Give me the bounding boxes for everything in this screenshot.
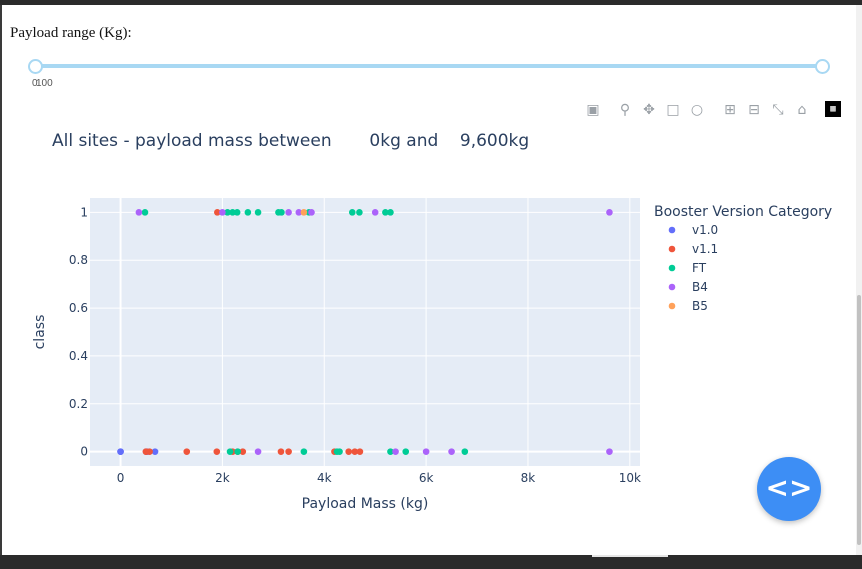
data-point-b4[interactable] <box>254 448 262 455</box>
legend-title: Booster Version Category <box>654 204 832 220</box>
legend-item-label[interactable]: B4 <box>692 280 708 294</box>
legend-item-label[interactable]: FT <box>692 261 707 275</box>
data-point-b4[interactable] <box>606 448 613 455</box>
data-point-ft[interactable] <box>461 448 469 455</box>
data-point-v1-1[interactable] <box>345 448 353 455</box>
data-point-b4[interactable] <box>422 448 430 455</box>
data-point-b4[interactable] <box>448 448 455 455</box>
legend-item-label[interactable]: v1.0 <box>692 223 718 237</box>
y-tick-label: 0.8 <box>69 253 88 267</box>
data-point-v1-1[interactable] <box>285 448 292 455</box>
data-point-ft[interactable] <box>244 209 252 216</box>
plot-area[interactable] <box>90 198 640 466</box>
x-axis-ticks: 0 2k 4k 6k 8k 10k <box>117 471 641 485</box>
scatter-plot: 0 2k 4k 6k 8k 10k 0 0.2 0.4 0.6 0.8 1 Payload Mass… <box>32 198 832 512</box>
x-tick-label: 0 <box>117 471 125 485</box>
legend-marker[interactable] <box>668 283 676 291</box>
data-point-ft[interactable] <box>348 209 356 216</box>
taskbar-tab-indicator <box>592 555 668 557</box>
y-tick-label: 0.2 <box>69 397 88 411</box>
data-point-b5[interactable] <box>300 209 308 216</box>
legend-item-label[interactable]: v1.1 <box>692 242 718 256</box>
data-point-b4[interactable] <box>285 209 292 216</box>
legend-marker[interactable] <box>668 226 676 234</box>
data-point-ft[interactable] <box>234 448 241 455</box>
data-point-ft[interactable] <box>278 209 285 216</box>
y-tick-label: 0 <box>80 445 88 459</box>
data-point-ft[interactable] <box>300 448 308 455</box>
data-point-b4[interactable] <box>606 209 613 216</box>
y-tick-label: 1 <box>80 205 88 219</box>
data-point-ft[interactable] <box>254 209 262 216</box>
data-point-v1-1[interactable] <box>213 448 221 455</box>
y-axis-title: class <box>32 315 48 350</box>
data-point-v1-1[interactable] <box>142 448 150 455</box>
x-tick-label: 10k <box>619 471 641 485</box>
data-point-b4[interactable] <box>371 209 379 216</box>
data-point-v1-1[interactable] <box>277 448 285 455</box>
legend-item-label[interactable]: B5 <box>692 299 708 313</box>
data-point-ft[interactable] <box>356 209 363 216</box>
legend: v1.0 v1.1 FT B4 B5 <box>668 223 718 313</box>
data-point-b4[interactable] <box>308 209 315 216</box>
x-tick-label: 6k <box>419 471 434 485</box>
data-point-v1-1[interactable] <box>356 448 364 455</box>
data-point-b4[interactable] <box>392 448 399 455</box>
code-toggle-button[interactable]: <> <box>757 457 821 521</box>
data-point-v1-0[interactable] <box>117 448 124 455</box>
x-tick-label: 8k <box>521 471 536 485</box>
x-tick-label: 4k <box>317 471 332 485</box>
legend-marker[interactable] <box>668 245 676 253</box>
data-point-ft[interactable] <box>336 448 343 455</box>
data-point-ft[interactable] <box>233 209 241 216</box>
y-tick-label: 0.4 <box>69 349 88 363</box>
data-point-b4[interactable] <box>219 209 226 216</box>
data-point-ft[interactable] <box>402 448 410 455</box>
legend-marker[interactable] <box>668 264 676 272</box>
x-tick-label: 2k <box>215 471 230 485</box>
data-point-ft[interactable] <box>387 209 394 216</box>
y-axis-ticks: 0 0.2 0.4 0.6 0.8 1 <box>69 205 88 458</box>
data-point-ft[interactable] <box>141 209 149 216</box>
taskbar <box>0 555 862 569</box>
data-point-v1-1[interactable] <box>183 448 191 455</box>
x-axis-title: Payload Mass (kg) <box>302 496 429 512</box>
data-point-ft[interactable] <box>226 448 234 455</box>
legend-marker[interactable] <box>668 302 676 310</box>
data-point-b4[interactable] <box>135 209 143 216</box>
y-tick-label: 0.6 <box>69 301 88 315</box>
